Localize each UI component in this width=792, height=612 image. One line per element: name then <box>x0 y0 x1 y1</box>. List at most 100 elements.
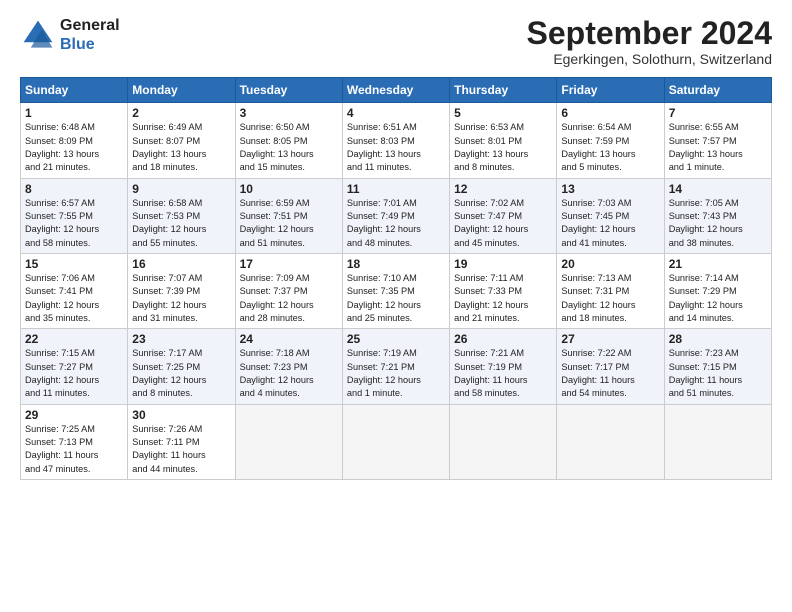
day-info: Sunrise: 7:05 AM Sunset: 7:43 PM Dayligh… <box>669 197 767 250</box>
day-number: 5 <box>454 106 552 120</box>
table-row: 30Sunrise: 7:26 AM Sunset: 7:11 PM Dayli… <box>128 404 235 479</box>
day-info: Sunrise: 6:51 AM Sunset: 8:03 PM Dayligh… <box>347 121 445 174</box>
table-row: 18Sunrise: 7:10 AM Sunset: 7:35 PM Dayli… <box>342 253 449 328</box>
day-number: 18 <box>347 257 445 271</box>
day-info: Sunrise: 7:26 AM Sunset: 7:11 PM Dayligh… <box>132 423 230 476</box>
logo: General Blue <box>20 16 120 54</box>
day-info: Sunrise: 6:49 AM Sunset: 8:07 PM Dayligh… <box>132 121 230 174</box>
day-number: 16 <box>132 257 230 271</box>
table-row: 29Sunrise: 7:25 AM Sunset: 7:13 PM Dayli… <box>21 404 128 479</box>
day-info: Sunrise: 6:55 AM Sunset: 7:57 PM Dayligh… <box>669 121 767 174</box>
table-row: 20Sunrise: 7:13 AM Sunset: 7:31 PM Dayli… <box>557 253 664 328</box>
table-row: 12Sunrise: 7:02 AM Sunset: 7:47 PM Dayli… <box>450 178 557 253</box>
weekday-header-row: Sunday Monday Tuesday Wednesday Thursday… <box>21 78 772 103</box>
header-tuesday: Tuesday <box>235 78 342 103</box>
day-info: Sunrise: 7:07 AM Sunset: 7:39 PM Dayligh… <box>132 272 230 325</box>
day-info: Sunrise: 7:06 AM Sunset: 7:41 PM Dayligh… <box>25 272 123 325</box>
table-row: 8Sunrise: 6:57 AM Sunset: 7:55 PM Daylig… <box>21 178 128 253</box>
day-number: 10 <box>240 182 338 196</box>
day-number: 26 <box>454 332 552 346</box>
day-info: Sunrise: 7:23 AM Sunset: 7:15 PM Dayligh… <box>669 347 767 400</box>
table-row: 14Sunrise: 7:05 AM Sunset: 7:43 PM Dayli… <box>664 178 771 253</box>
table-row: 2Sunrise: 6:49 AM Sunset: 8:07 PM Daylig… <box>128 103 235 178</box>
day-number: 12 <box>454 182 552 196</box>
table-row: 13Sunrise: 7:03 AM Sunset: 7:45 PM Dayli… <box>557 178 664 253</box>
header-sunday: Sunday <box>21 78 128 103</box>
calendar-row: 22Sunrise: 7:15 AM Sunset: 7:27 PM Dayli… <box>21 329 772 404</box>
table-row: 3Sunrise: 6:50 AM Sunset: 8:05 PM Daylig… <box>235 103 342 178</box>
day-info: Sunrise: 6:58 AM Sunset: 7:53 PM Dayligh… <box>132 197 230 250</box>
day-info: Sunrise: 7:01 AM Sunset: 7:49 PM Dayligh… <box>347 197 445 250</box>
day-info: Sunrise: 7:03 AM Sunset: 7:45 PM Dayligh… <box>561 197 659 250</box>
logo-text: General Blue <box>60 16 120 54</box>
table-row <box>235 404 342 479</box>
day-info: Sunrise: 7:10 AM Sunset: 7:35 PM Dayligh… <box>347 272 445 325</box>
day-number: 27 <box>561 332 659 346</box>
table-row: 17Sunrise: 7:09 AM Sunset: 7:37 PM Dayli… <box>235 253 342 328</box>
calendar-row: 8Sunrise: 6:57 AM Sunset: 7:55 PM Daylig… <box>21 178 772 253</box>
day-number: 1 <box>25 106 123 120</box>
table-row <box>450 404 557 479</box>
day-number: 14 <box>669 182 767 196</box>
day-number: 13 <box>561 182 659 196</box>
day-number: 25 <box>347 332 445 346</box>
day-number: 21 <box>669 257 767 271</box>
day-number: 3 <box>240 106 338 120</box>
day-info: Sunrise: 7:15 AM Sunset: 7:27 PM Dayligh… <box>25 347 123 400</box>
day-number: 22 <box>25 332 123 346</box>
table-row: 6Sunrise: 6:54 AM Sunset: 7:59 PM Daylig… <box>557 103 664 178</box>
table-row: 19Sunrise: 7:11 AM Sunset: 7:33 PM Dayli… <box>450 253 557 328</box>
day-number: 7 <box>669 106 767 120</box>
day-info: Sunrise: 6:48 AM Sunset: 8:09 PM Dayligh… <box>25 121 123 174</box>
day-number: 20 <box>561 257 659 271</box>
day-info: Sunrise: 6:54 AM Sunset: 7:59 PM Dayligh… <box>561 121 659 174</box>
day-info: Sunrise: 7:13 AM Sunset: 7:31 PM Dayligh… <box>561 272 659 325</box>
day-info: Sunrise: 7:14 AM Sunset: 7:29 PM Dayligh… <box>669 272 767 325</box>
header-wednesday: Wednesday <box>342 78 449 103</box>
table-row: 1Sunrise: 6:48 AM Sunset: 8:09 PM Daylig… <box>21 103 128 178</box>
table-row: 26Sunrise: 7:21 AM Sunset: 7:19 PM Dayli… <box>450 329 557 404</box>
day-number: 17 <box>240 257 338 271</box>
table-row: 28Sunrise: 7:23 AM Sunset: 7:15 PM Dayli… <box>664 329 771 404</box>
table-row: 22Sunrise: 7:15 AM Sunset: 7:27 PM Dayli… <box>21 329 128 404</box>
table-row: 23Sunrise: 7:17 AM Sunset: 7:25 PM Dayli… <box>128 329 235 404</box>
day-info: Sunrise: 6:57 AM Sunset: 7:55 PM Dayligh… <box>25 197 123 250</box>
table-row: 4Sunrise: 6:51 AM Sunset: 8:03 PM Daylig… <box>342 103 449 178</box>
day-info: Sunrise: 7:17 AM Sunset: 7:25 PM Dayligh… <box>132 347 230 400</box>
table-row: 16Sunrise: 7:07 AM Sunset: 7:39 PM Dayli… <box>128 253 235 328</box>
day-info: Sunrise: 7:18 AM Sunset: 7:23 PM Dayligh… <box>240 347 338 400</box>
table-row: 21Sunrise: 7:14 AM Sunset: 7:29 PM Dayli… <box>664 253 771 328</box>
day-number: 29 <box>25 408 123 422</box>
month-title: September 2024 <box>527 16 772 51</box>
day-number: 4 <box>347 106 445 120</box>
table-row: 11Sunrise: 7:01 AM Sunset: 7:49 PM Dayli… <box>342 178 449 253</box>
day-number: 28 <box>669 332 767 346</box>
day-info: Sunrise: 7:22 AM Sunset: 7:17 PM Dayligh… <box>561 347 659 400</box>
table-row: 24Sunrise: 7:18 AM Sunset: 7:23 PM Dayli… <box>235 329 342 404</box>
header-thursday: Thursday <box>450 78 557 103</box>
day-info: Sunrise: 7:25 AM Sunset: 7:13 PM Dayligh… <box>25 423 123 476</box>
table-row <box>342 404 449 479</box>
logo-icon <box>20 17 56 53</box>
header: General Blue September 2024 Egerkingen, … <box>20 16 772 67</box>
day-info: Sunrise: 6:53 AM Sunset: 8:01 PM Dayligh… <box>454 121 552 174</box>
day-number: 2 <box>132 106 230 120</box>
table-row <box>557 404 664 479</box>
calendar-row: 15Sunrise: 7:06 AM Sunset: 7:41 PM Dayli… <box>21 253 772 328</box>
day-number: 9 <box>132 182 230 196</box>
calendar-table: Sunday Monday Tuesday Wednesday Thursday… <box>20 77 772 480</box>
table-row <box>664 404 771 479</box>
day-number: 15 <box>25 257 123 271</box>
table-row: 9Sunrise: 6:58 AM Sunset: 7:53 PM Daylig… <box>128 178 235 253</box>
day-number: 30 <box>132 408 230 422</box>
day-info: Sunrise: 7:21 AM Sunset: 7:19 PM Dayligh… <box>454 347 552 400</box>
calendar-row: 29Sunrise: 7:25 AM Sunset: 7:13 PM Dayli… <box>21 404 772 479</box>
day-info: Sunrise: 7:09 AM Sunset: 7:37 PM Dayligh… <box>240 272 338 325</box>
table-row: 27Sunrise: 7:22 AM Sunset: 7:17 PM Dayli… <box>557 329 664 404</box>
day-number: 8 <box>25 182 123 196</box>
day-info: Sunrise: 6:50 AM Sunset: 8:05 PM Dayligh… <box>240 121 338 174</box>
day-number: 24 <box>240 332 338 346</box>
header-friday: Friday <box>557 78 664 103</box>
title-block: September 2024 Egerkingen, Solothurn, Sw… <box>527 16 772 67</box>
table-row: 7Sunrise: 6:55 AM Sunset: 7:57 PM Daylig… <box>664 103 771 178</box>
